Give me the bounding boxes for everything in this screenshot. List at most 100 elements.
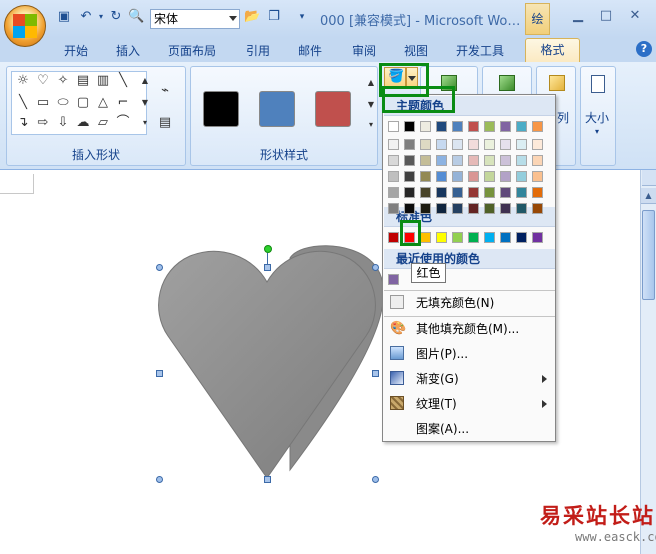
theme-shade-swatch[interactable]: [404, 139, 415, 150]
minimize-icon[interactable]: ▁: [568, 8, 588, 24]
help-icon[interactable]: ?: [636, 41, 652, 57]
font-name-box[interactable]: 宋体: [150, 9, 240, 29]
theme-shade-swatch[interactable]: [532, 171, 543, 182]
print-preview-icon[interactable]: 🔍: [128, 9, 144, 25]
theme-color-swatch[interactable]: [388, 121, 399, 132]
standard-color-swatch[interactable]: [436, 232, 447, 243]
theme-shade-swatch[interactable]: [388, 155, 399, 166]
theme-shade-swatch[interactable]: [388, 203, 399, 214]
elbow-arrow-icon[interactable]: ↴: [15, 115, 31, 131]
theme-shade-swatch[interactable]: [452, 155, 463, 166]
right-arrow-shape-icon[interactable]: ⇨: [35, 115, 51, 131]
theme-shade-swatch[interactable]: [516, 171, 527, 182]
theme-shade-swatch[interactable]: [468, 155, 479, 166]
theme-color-swatch[interactable]: [404, 121, 415, 132]
theme-shade-swatch[interactable]: [420, 187, 431, 198]
standard-color-swatch[interactable]: [516, 232, 527, 243]
theme-shade-swatch[interactable]: [452, 203, 463, 214]
theme-shade-swatch[interactable]: [500, 187, 511, 198]
theme-shade-swatch[interactable]: [516, 187, 527, 198]
tab-insert[interactable]: 插入: [116, 42, 140, 59]
theme-shade-swatch[interactable]: [532, 187, 543, 198]
rotate-handle[interactable]: [264, 245, 272, 253]
edit-shape-icon[interactable]: ⌁: [157, 83, 173, 99]
tab-mailings[interactable]: 邮件: [298, 42, 322, 59]
theme-shade-swatch[interactable]: [404, 155, 415, 166]
tab-references[interactable]: 引用: [246, 42, 270, 59]
open-folder-icon[interactable]: 📂: [244, 9, 260, 25]
theme-shade-swatch[interactable]: [404, 171, 415, 182]
scroll-up-arrow-icon[interactable]: ▲: [641, 188, 656, 204]
theme-shade-swatch[interactable]: [436, 203, 447, 214]
theme-color-swatch[interactable]: [484, 121, 495, 132]
texture-fill-item[interactable]: 纹理(T): [384, 392, 555, 416]
theme-shade-swatch[interactable]: [516, 203, 527, 214]
theme-shade-swatch[interactable]: [484, 155, 495, 166]
theme-shade-swatch[interactable]: [484, 139, 495, 150]
oval-shape-icon[interactable]: ⬭: [55, 95, 71, 111]
resize-handle-left[interactable]: [156, 370, 163, 377]
copy-icon[interactable]: ❐: [266, 9, 282, 25]
down-arrow-shape-icon[interactable]: ⇩: [55, 115, 71, 131]
theme-color-swatch[interactable]: [468, 121, 479, 132]
position-icon[interactable]: [549, 75, 565, 91]
theme-shade-swatch[interactable]: [436, 171, 447, 182]
picture-fill-item[interactable]: 图片(P)...: [384, 342, 555, 366]
line-shape-icon[interactable]: ╲: [115, 73, 131, 89]
tab-developer[interactable]: 开发工具: [456, 42, 504, 59]
theme-shade-swatch[interactable]: [532, 203, 543, 214]
theme-shade-swatch[interactable]: [468, 187, 479, 198]
gradient-fill-item[interactable]: 渐变(G): [384, 367, 555, 391]
theme-shade-swatch[interactable]: [420, 139, 431, 150]
more-fill-colors-item[interactable]: 🎨 其他填充颜色(M)...: [384, 317, 555, 341]
size-icon[interactable]: [591, 75, 605, 93]
theme-shade-swatch[interactable]: [468, 203, 479, 214]
cloud-shape-icon[interactable]: ☁: [75, 115, 91, 131]
theme-shade-swatch[interactable]: [436, 139, 447, 150]
theme-shade-swatch[interactable]: [468, 171, 479, 182]
theme-shade-swatch[interactable]: [500, 203, 511, 214]
standard-color-swatch[interactable]: [452, 232, 463, 243]
resize-handle-right[interactable]: [372, 370, 379, 377]
theme-color-swatch[interactable]: [532, 121, 543, 132]
theme-shade-swatch[interactable]: [436, 187, 447, 198]
tab-page-layout[interactable]: 页面布局: [168, 42, 216, 59]
tab-home[interactable]: 开始: [64, 42, 88, 59]
theme-shade-swatch[interactable]: [484, 203, 495, 214]
textbox-shape-icon[interactable]: ▤: [75, 73, 91, 89]
standard-color-swatch[interactable]: [388, 232, 399, 243]
arc-shape-icon[interactable]: ⌒: [115, 115, 131, 131]
theme-shade-swatch[interactable]: [500, 139, 511, 150]
ruler-toggle-icon[interactable]: [642, 170, 656, 186]
theme-color-swatch[interactable]: [500, 121, 511, 132]
theme-shade-swatch[interactable]: [500, 155, 511, 166]
theme-color-swatch[interactable]: [436, 121, 447, 132]
3d-effects-icon[interactable]: [499, 75, 515, 91]
tab-review[interactable]: 审阅: [352, 42, 376, 59]
resize-handle-bottom-left[interactable]: [156, 476, 163, 483]
callout-shape-icon[interactable]: ▱: [95, 115, 111, 131]
theme-shade-swatch[interactable]: [404, 203, 415, 214]
elbow-connector-icon[interactable]: ⌐: [115, 95, 131, 111]
theme-shade-swatch[interactable]: [420, 171, 431, 182]
style-swatch-blue[interactable]: [259, 91, 295, 127]
theme-shade-swatch[interactable]: [388, 139, 399, 150]
vertical-scrollbar[interactable]: ▲: [640, 170, 656, 554]
vertical-textbox-icon[interactable]: ▥: [95, 73, 111, 89]
scroll-thumb[interactable]: [642, 210, 655, 300]
theme-shade-swatch[interactable]: [436, 155, 447, 166]
resize-handle-top[interactable]: [264, 264, 271, 271]
theme-shade-swatch[interactable]: [532, 139, 543, 150]
redo-icon[interactable]: ↻: [108, 9, 124, 25]
theme-color-swatch[interactable]: [516, 121, 527, 132]
theme-shade-swatch[interactable]: [468, 139, 479, 150]
theme-shade-swatch[interactable]: [452, 187, 463, 198]
styles-more-icon[interactable]: ▾: [363, 117, 379, 133]
rectangle-shape-icon[interactable]: ▭: [35, 95, 51, 111]
styles-scroll-up-icon[interactable]: ▲: [363, 75, 379, 91]
no-fill-item[interactable]: 无填充颜色(N): [384, 291, 555, 315]
sun-shape-icon[interactable]: ☼: [15, 73, 31, 89]
resize-handle-top-right[interactable]: [372, 264, 379, 271]
theme-shade-swatch[interactable]: [532, 155, 543, 166]
theme-shade-swatch[interactable]: [484, 187, 495, 198]
